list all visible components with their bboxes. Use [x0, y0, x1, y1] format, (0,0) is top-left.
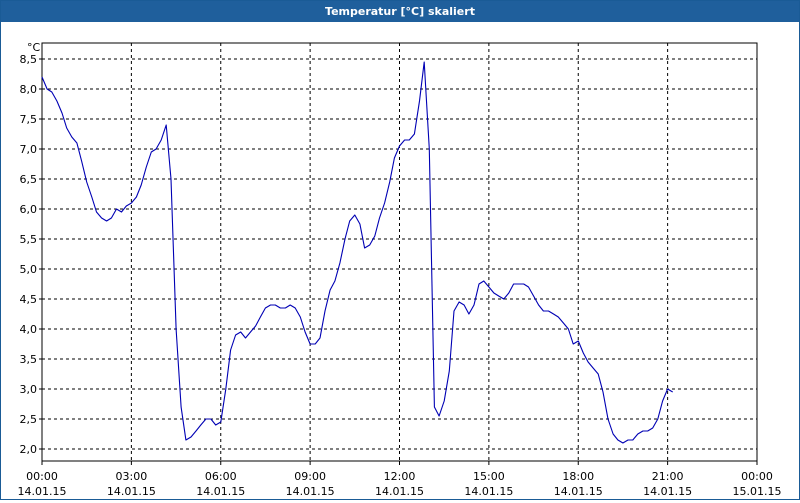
x-tick-label-date: 14.01.15 [554, 485, 603, 498]
y-tick-label: 5,5 [20, 233, 38, 246]
x-tick-label-time: 00:00 [741, 470, 773, 483]
y-tick-label: 5,0 [20, 263, 38, 276]
y-axis-label: °C [27, 41, 41, 54]
x-tick-label-time: 06:00 [205, 470, 237, 483]
x-tick-label-time: 12:00 [384, 470, 416, 483]
y-tick-label: 2,0 [20, 443, 38, 456]
x-tick-label-time: 21:00 [652, 470, 684, 483]
x-tick-label-time: 00:00 [26, 470, 58, 483]
x-tick-label-date: 14.01.15 [18, 485, 67, 498]
chart-window: Temperatur [°C] skaliert 2,0 2,5 3,0 3,5 4,0… [0, 0, 800, 500]
x-tick-label-time: 09:00 [294, 470, 326, 483]
y-tick-label: 3,5 [20, 353, 38, 366]
y-tick-label: 7,5 [20, 113, 38, 126]
x-tick-label-date: 14.01.15 [286, 485, 335, 498]
y-tick-label: 4,0 [20, 323, 38, 336]
y-tick-label: 3,0 [20, 383, 38, 396]
x-tick-label-date: 14.01.15 [196, 485, 245, 498]
x-tick-label-time: 03:00 [116, 470, 148, 483]
y-tick-label: 8,5 [20, 53, 38, 66]
y-tick-label: 8,0 [20, 83, 38, 96]
y-tick-label: 6,5 [20, 173, 38, 186]
x-tick-label-date: 15.01.15 [733, 485, 782, 498]
y-tick-label: 2,5 [20, 413, 38, 426]
y-tick-label: 7,0 [20, 143, 38, 156]
x-tick-label-date: 14.01.15 [107, 485, 156, 498]
temperature-chart: 2,0 2,5 3,0 3,5 4,0 4,5 5,0 5,5 6,0 6,5 7,0 7,5 8,0 8… [18, 41, 782, 498]
x-tick-label-date: 14.01.15 [375, 485, 424, 498]
y-tick-label: 6,0 [20, 203, 38, 216]
y-tick-label: 4,5 [20, 293, 38, 306]
x-tick-label-time: 18:00 [562, 470, 594, 483]
x-tick-label-date: 14.01.15 [464, 485, 513, 498]
window-title: Temperatur [°C] skaliert [1, 1, 799, 22]
x-tick-label-time: 15:00 [473, 470, 505, 483]
plot-area: 2,0 2,5 3,0 3,5 4,0 4,5 5,0 5,5 6,0 6,5 7,0 7,5 8,0 8… [1, 22, 799, 499]
x-tick-label-date: 14.01.15 [643, 485, 692, 498]
